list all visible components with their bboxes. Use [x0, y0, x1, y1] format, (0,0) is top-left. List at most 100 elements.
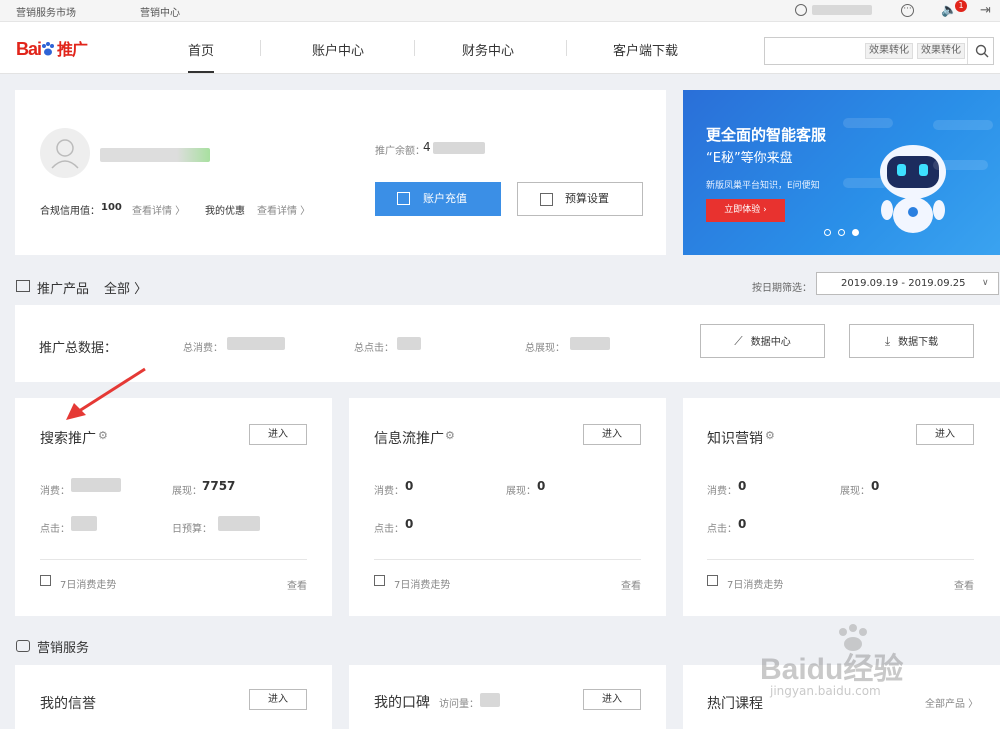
- data-download-button[interactable]: ⤓ 数据下载: [849, 324, 974, 358]
- click-value: 0: [405, 517, 414, 531]
- view-value: 7757: [202, 479, 236, 493]
- search-promotion-title: 搜索推广: [40, 431, 96, 447]
- username-redacted: [812, 5, 872, 15]
- date-filter-label: 按日期筛选：: [752, 283, 812, 294]
- feed-promotion-enter-button[interactable]: 进入: [583, 424, 641, 445]
- data-download-label: 数据下载: [898, 337, 939, 348]
- products-all-link[interactable]: 全部 〉: [104, 278, 147, 297]
- credit-label: 合规信用值：: [40, 206, 100, 217]
- line-chart-icon: ⟋: [734, 334, 743, 348]
- nav-divider: [260, 40, 261, 56]
- nav-finance-center[interactable]: 财务中心: [462, 40, 514, 59]
- settings-icon[interactable]: ⚙: [98, 429, 108, 442]
- knowledge-marketing-card: 知识营销 ⚙ 进入 消费： 0 展现： 0 点击： 0 7日消费走势 查看: [683, 398, 1000, 616]
- nav-account-center[interactable]: 账户中心: [312, 40, 364, 59]
- carousel-dot-active[interactable]: [852, 229, 859, 236]
- chevron-down-icon: ∨: [982, 278, 989, 288]
- knowledge-marketing-enter-button[interactable]: 进入: [916, 424, 974, 445]
- user-icon[interactable]: [795, 4, 807, 16]
- cost-label: 消费：: [40, 486, 70, 497]
- marketing-center-link[interactable]: 营销中心: [140, 4, 180, 19]
- search-promotion-card: 搜索推广 ⚙ 进入 消费： 展现： 7757 点击： 日预算： 7日消费走势 查…: [15, 398, 332, 616]
- budget-label: 预算设置: [565, 192, 609, 205]
- data-center-button[interactable]: ⟋ 数据中心: [700, 324, 825, 358]
- settings-icon[interactable]: ⚙: [445, 429, 455, 442]
- baidu-jingyan-watermark: Baidu经验 jingyan.baidu.com: [760, 624, 960, 700]
- balance-label: 推广余额：: [375, 146, 425, 157]
- view-link[interactable]: 查看: [287, 577, 307, 592]
- recharge-button[interactable]: 账户充值: [375, 182, 501, 216]
- my-wordofmouth-enter-button[interactable]: 进入: [583, 689, 641, 710]
- edit-icon: [540, 193, 553, 206]
- search-icon[interactable]: [975, 43, 989, 62]
- promo-banner[interactable]: 更全面的智能客服 “E秘”等你来盘 新版凤巢平台知识，E问便知 立即体验 ›: [683, 90, 1000, 255]
- banner-title: 更全面的智能客服: [706, 126, 827, 144]
- credit-detail-link[interactable]: 查看详情 〉: [132, 202, 185, 217]
- search-tag[interactable]: 效果转化: [865, 43, 913, 59]
- nav-home[interactable]: 首页: [188, 40, 215, 73]
- my-reputation-card: 我的信誉 进入: [15, 665, 332, 729]
- trend-link[interactable]: 7日消费走势: [727, 576, 783, 591]
- products-title: 推广产品: [37, 282, 90, 297]
- carousel-dot[interactable]: [824, 229, 831, 236]
- budget-label: 日预算：: [172, 524, 212, 535]
- balance-redacted: [433, 142, 485, 154]
- discount-detail-link[interactable]: 查看详情 〉: [257, 202, 310, 217]
- my-reputation-title: 我的信誉: [40, 696, 96, 712]
- trend-link[interactable]: 7日消费走势: [60, 576, 116, 591]
- visits-label: 访问量：: [439, 699, 479, 710]
- service-icon: [16, 640, 30, 652]
- cost-label: 消费：: [374, 486, 404, 497]
- view-link[interactable]: 查看: [954, 577, 974, 592]
- recharge-label: 账户充值: [423, 192, 467, 205]
- search-divider: [967, 38, 968, 64]
- logo-text-bai: Bai: [16, 39, 42, 59]
- marketing-market-link[interactable]: 营销服务市场: [16, 4, 76, 19]
- view-label: 展现：: [172, 486, 202, 497]
- balance-prefix: 4: [423, 140, 431, 154]
- my-wordofmouth-card: 我的口碑 访问量： 进入: [349, 665, 666, 729]
- top-utility-bar: 营销服务市场 营销中心 ··· 🔈 1 ⇥: [0, 0, 1000, 22]
- services-title: 营销服务: [37, 641, 90, 656]
- knowledge-marketing-title: 知识营销: [707, 431, 763, 447]
- my-wordofmouth-title: 我的口碑: [374, 695, 430, 711]
- nav-client-download[interactable]: 客户端下载: [613, 40, 678, 59]
- click-label: 点击：: [707, 524, 737, 535]
- view-link[interactable]: 查看: [621, 577, 641, 592]
- banner-bubble: [843, 118, 893, 128]
- main-header: Bai 推广 首页 账户中心 财务中心 客户端下载 效果转化 效果转化: [0, 22, 1000, 74]
- trend-chart-icon: [374, 575, 385, 586]
- my-reputation-enter-button[interactable]: 进入: [249, 689, 307, 710]
- date-range-select[interactable]: 2019.09.19 - 2019.09.25 ∨: [816, 272, 999, 295]
- view-value: 0: [871, 479, 880, 493]
- date-range-value: 2019.09.19 - 2019.09.25: [841, 278, 966, 289]
- trend-link[interactable]: 7日消费走势: [394, 576, 450, 591]
- baidu-tuiguang-logo[interactable]: Bai 推广: [16, 36, 88, 60]
- recharge-icon: [397, 192, 410, 205]
- totals-card: 推广总数据： 总消费： 总点击： 总展现： ⟋ 数据中心 ⤓ 数据下载: [15, 305, 1000, 382]
- carousel-dot[interactable]: [838, 229, 845, 236]
- view-label: 展现：: [506, 486, 536, 497]
- budget-settings-button[interactable]: 预算设置: [517, 182, 643, 216]
- more-icon[interactable]: ···: [901, 4, 914, 17]
- logout-icon[interactable]: ⇥: [980, 3, 991, 18]
- card-divider: [374, 559, 641, 560]
- logo-text-tg: 推广: [57, 42, 88, 59]
- banner-cta-button[interactable]: 立即体验 ›: [706, 199, 785, 222]
- annotation-arrow: [60, 365, 150, 429]
- hot-courses-title: 热门课程: [707, 696, 763, 712]
- trend-chart-icon: [707, 575, 718, 586]
- search-tag[interactable]: 效果转化: [917, 43, 965, 59]
- watermark-brand: Baidu经验: [760, 653, 904, 686]
- settings-icon[interactable]: ⚙: [765, 429, 775, 442]
- search-box[interactable]: 效果转化 效果转化: [764, 37, 994, 65]
- avatar[interactable]: [40, 128, 90, 178]
- cost-redacted: [71, 478, 121, 492]
- click-redacted: [71, 516, 97, 531]
- nav-divider: [414, 40, 415, 56]
- account-name-redacted: [100, 148, 210, 162]
- account-card: 合规信用值： 100 查看详情 〉 我的优惠 查看详情 〉 推广余额： 4 账户…: [15, 90, 666, 255]
- watermark-url: jingyan.baidu.com: [770, 684, 881, 698]
- click-value: 0: [738, 517, 747, 531]
- search-promotion-enter-button[interactable]: 进入: [249, 424, 307, 445]
